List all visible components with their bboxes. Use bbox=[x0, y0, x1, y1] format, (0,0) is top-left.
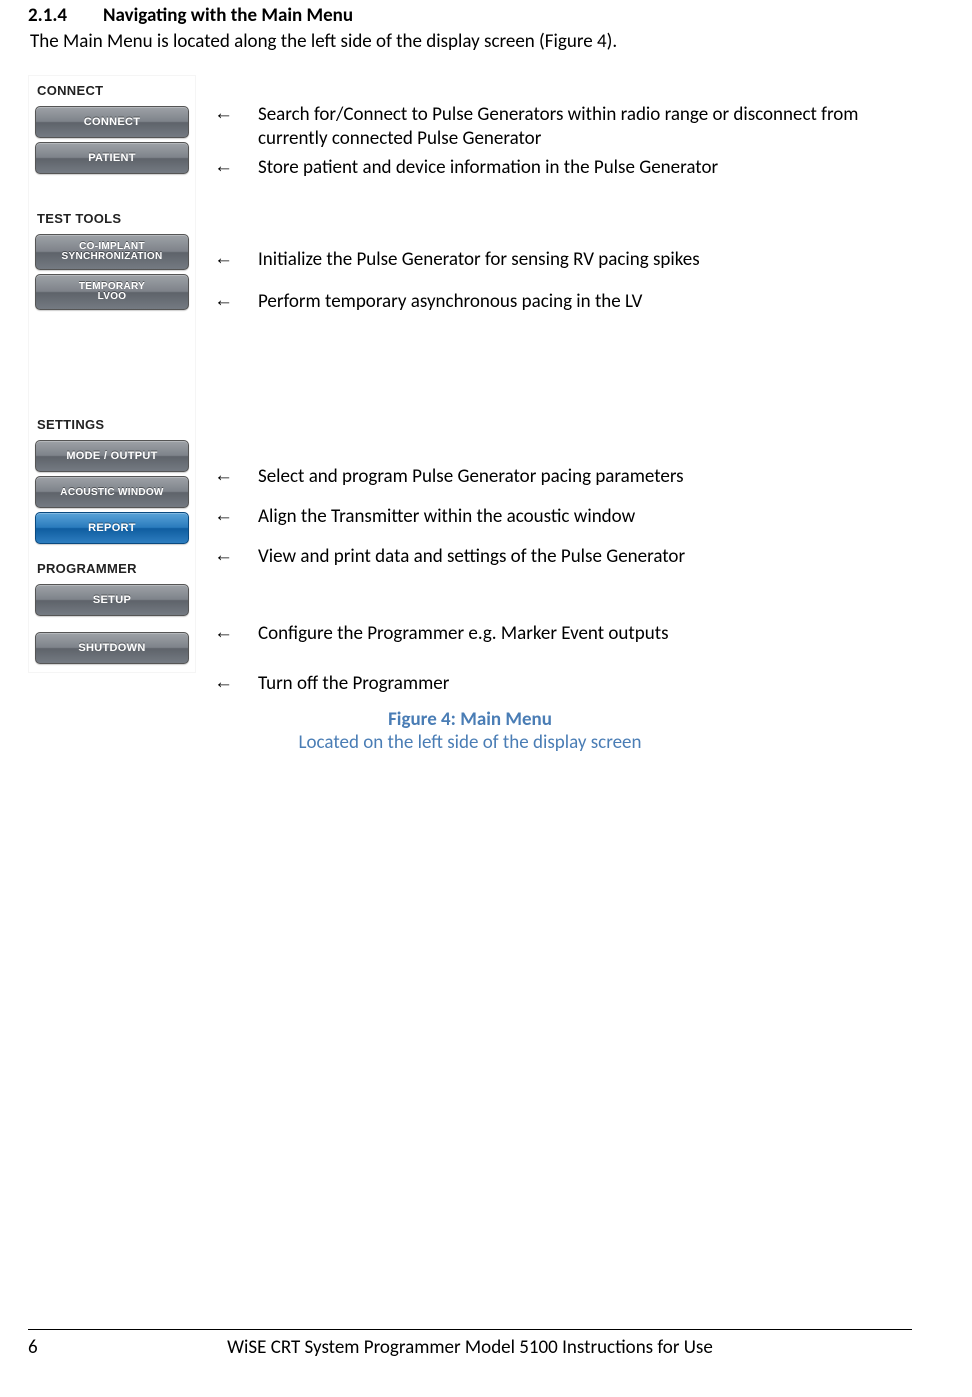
menu-section-settings: SETTINGS bbox=[29, 410, 195, 436]
desc-acoustic: ← Align the Transmitter within the acous… bbox=[214, 505, 912, 529]
arrow-icon: ← bbox=[214, 465, 258, 487]
temporary-lvoo-button[interactable]: TEMPORARY LVOO bbox=[35, 274, 189, 310]
section-heading: 2.1.4Navigating with the Main Menu bbox=[28, 4, 912, 27]
figure-title: Figure 4: Main Menu bbox=[28, 708, 912, 731]
arrow-icon: ← bbox=[214, 672, 258, 694]
descriptions-column: ← Search for/Connect to Pulse Generators… bbox=[196, 75, 912, 696]
arrow-icon: ← bbox=[214, 290, 258, 312]
menu-section-connect: CONNECT bbox=[29, 76, 195, 102]
patient-button[interactable]: PATIENT bbox=[35, 142, 189, 174]
arrow-icon: ← bbox=[214, 248, 258, 270]
main-menu-panel: CONNECT CONNECT PATIENT TEST TOOLS CO-IM… bbox=[28, 75, 196, 673]
desc-setup: ← Configure the Programmer e.g. Marker E… bbox=[214, 622, 912, 646]
figure-caption: Figure 4: Main Menu Located on the left … bbox=[28, 708, 912, 754]
desc-patient: ← Store patient and device information i… bbox=[214, 156, 912, 180]
shutdown-button[interactable]: SHUTDOWN bbox=[35, 632, 189, 664]
intro-text: The Main Menu is located along the left … bbox=[30, 30, 912, 53]
coimplant-sync-button[interactable]: CO-IMPLANT SYNCHRONIZATION bbox=[35, 234, 189, 270]
acoustic-window-button[interactable]: ACOUSTIC WINDOW bbox=[35, 476, 189, 508]
desc-mode: ← Select and program Pulse Generator pac… bbox=[214, 465, 912, 489]
menu-section-programmer: PROGRAMMER bbox=[29, 554, 195, 580]
arrow-icon: ← bbox=[214, 622, 258, 644]
menu-section-testtools: TEST TOOLS bbox=[29, 204, 195, 230]
desc-shutdown: ← Turn off the Programmer bbox=[214, 672, 912, 696]
report-button[interactable]: REPORT bbox=[35, 512, 189, 544]
arrow-icon: ← bbox=[214, 505, 258, 527]
setup-button[interactable]: SETUP bbox=[35, 584, 189, 616]
desc-connect: ← Search for/Connect to Pulse Generators… bbox=[214, 103, 912, 152]
arrow-icon: ← bbox=[214, 156, 258, 178]
section-title: Navigating with the Main Menu bbox=[103, 4, 353, 27]
arrow-icon: ← bbox=[214, 103, 258, 125]
connect-button[interactable]: CONNECT bbox=[35, 106, 189, 138]
section-number: 2.1.4 bbox=[28, 4, 103, 27]
desc-coimplant: ← Initialize the Pulse Generator for sen… bbox=[214, 248, 912, 272]
desc-temp: ← Perform temporary asynchronous pacing … bbox=[214, 290, 912, 314]
page-footer: 6 WiSE CRT System Programmer Model 5100 … bbox=[28, 1329, 912, 1359]
mode-output-button[interactable]: MODE / OUTPUT bbox=[35, 440, 189, 472]
desc-report: ← View and print data and settings of th… bbox=[214, 545, 912, 569]
arrow-icon: ← bbox=[214, 545, 258, 567]
footer-text: WiSE CRT System Programmer Model 5100 In… bbox=[28, 1336, 912, 1359]
figure-subtitle: Located on the left side of the display … bbox=[28, 731, 912, 754]
